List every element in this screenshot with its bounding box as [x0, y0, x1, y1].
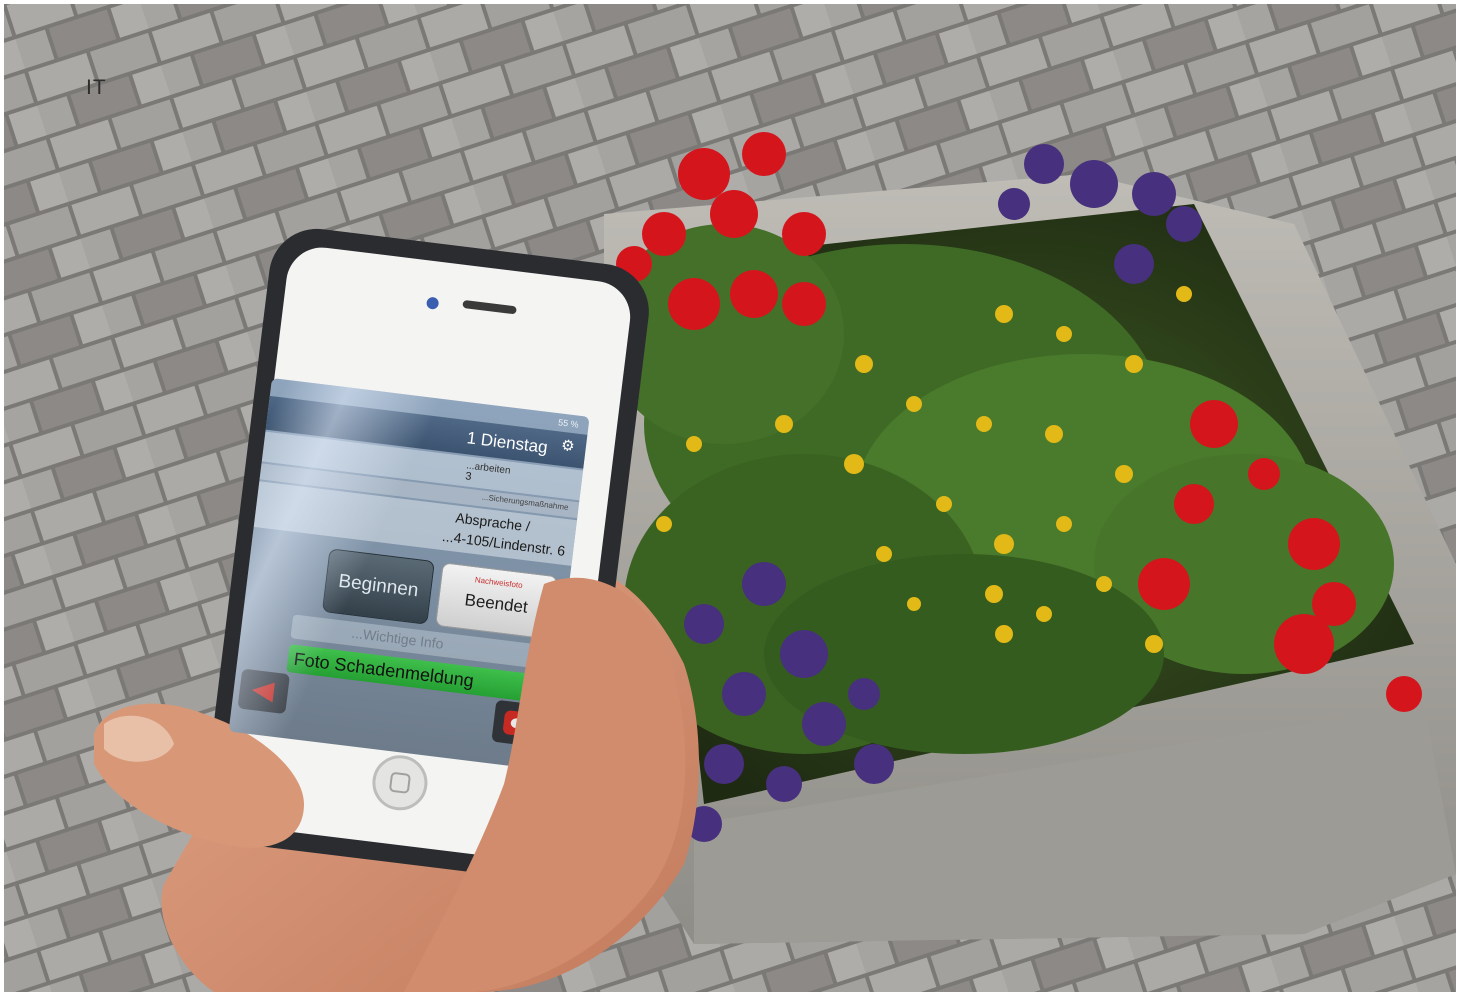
end-button[interactable]: Nachweisfoto Beendet [435, 562, 558, 640]
status-bar: 55 % [557, 417, 580, 430]
info-row-text: ...Wichtige Info [350, 624, 445, 652]
photo: 55 % 1 Dienstag ⚙ ...arbeiten 3 ...Siche… [4, 4, 1456, 992]
gear-icon[interactable]: ⚙ [559, 437, 577, 456]
day-label: 1 Dienstag [465, 428, 549, 458]
phone-icon [502, 709, 532, 737]
task-row-sub: 3 [464, 470, 473, 483]
phone-screen: 55 % 1 Dienstag ⚙ ...arbeiten 3 ...Siche… [228, 378, 590, 771]
call-button[interactable] [491, 699, 543, 748]
corner-label: IT [86, 76, 107, 99]
address-line-2: ...4-105/Lindenstr. 6 [441, 527, 567, 559]
task-row-text: ...arbeiten [465, 460, 512, 477]
photo-scene: 55 % 1 Dienstag ⚙ ...arbeiten 3 ...Siche… [0, 0, 1464, 996]
photo-illustration [4, 4, 1456, 992]
end-button-label: Beendet [463, 590, 529, 617]
